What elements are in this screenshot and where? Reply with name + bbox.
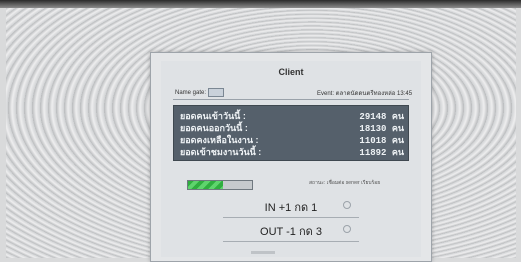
stats-panel: ยอดคนเข้าวันนี้ : 29148 คน ยอดคนออกวันนี… [173,105,409,161]
progress-fill [188,181,224,189]
header-divider [173,99,409,100]
event-label: Event: ตลาดนัดดนตรีทองหล่อ 13:45 [317,91,413,97]
out-button-label: OUT -1 กด 3 [260,226,322,238]
radio-icon [343,201,351,209]
stat-label: ยอดเข้าชมงานวันนี้ : [180,147,262,157]
radio-icon [343,225,351,233]
window-title: Client [278,67,304,77]
stat-row-visitors: ยอดเข้าชมงานวันนี้ : 11892 คน [180,146,404,158]
name-row: Name gate: [175,88,225,97]
connection-progress-bar [187,180,253,190]
footer-divider [251,251,275,254]
name-input[interactable] [208,88,225,97]
status-text: สถานะ: เชื่อมต่อ server เรียบร้อย [309,180,381,186]
client-window-body: Client Name gate: Event: ตลาดนัดดนตรีทอง… [161,61,421,257]
client-window: Client Name gate: Event: ตลาดนัดดนตรีทอง… [150,52,432,262]
photo-frame: Client Name gate: Event: ตลาดนัดดนตรีทอง… [0,0,521,262]
in-button-label: IN +1 กด 1 [264,202,318,214]
name-label: Name gate: [175,89,207,96]
monitor-bezel [0,0,521,8]
in-button[interactable]: IN +1 กด 1 [223,197,359,218]
out-button[interactable]: OUT -1 กด 3 [223,221,359,242]
stat-value: 11892 คน [359,148,404,158]
